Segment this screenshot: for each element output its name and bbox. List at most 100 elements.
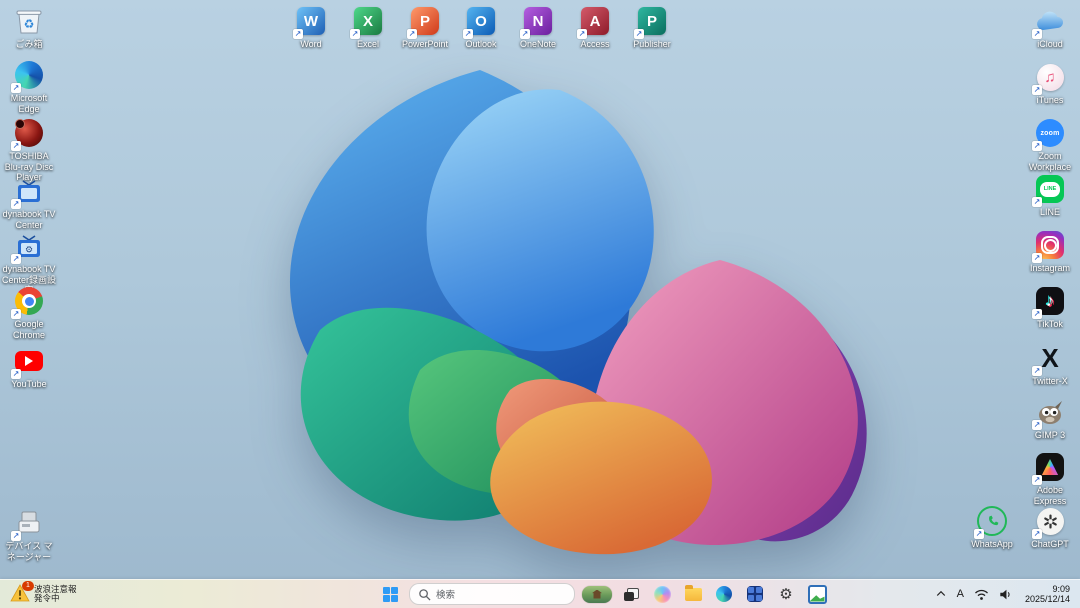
shortcut-arrow-icon: ↗ [1032, 475, 1042, 485]
whatsapp-icon: ↗ [974, 506, 1007, 539]
icon-label: YouTube [11, 379, 47, 389]
svg-text:⚙: ⚙ [25, 245, 33, 255]
tray-time: 9:09 [1052, 584, 1070, 594]
task-view-icon [623, 587, 639, 601]
shortcut-arrow-icon: ↗ [11, 199, 21, 209]
desktop-icon-google-chrome[interactable]: ↗ Google Chrome [1, 286, 57, 340]
microsoft-store-button[interactable] [743, 582, 767, 606]
shortcut-arrow-icon: ↗ [11, 531, 21, 541]
desktop-icon-onenote[interactable]: N ↗ OneNote [510, 6, 566, 50]
desktop-icon-outlook[interactable]: O ↗ Outlook [453, 6, 509, 50]
icon-label: WhatsApp [971, 539, 1013, 549]
widgets-weather-text: 波浪注意報 発令中 [34, 583, 77, 603]
desktop-icon-chatgpt[interactable]: ↗ ChatGPT [1022, 506, 1078, 550]
shortcut-arrow-icon: ↗ [11, 254, 21, 264]
desktop-icon-zoom-workplace[interactable]: zoom ↗ Zoom Workplace [1022, 118, 1078, 172]
shortcut-arrow-icon: ↗ [11, 309, 21, 319]
gimp-icon: ↗ [1032, 397, 1065, 430]
icon-label: ごみ箱 [15, 39, 43, 49]
icon-label: Zoom Workplace [1028, 151, 1072, 172]
outlook-icon: O ↗ [463, 6, 496, 39]
settings-button[interactable]: ⚙ [774, 582, 798, 606]
edge-icon: ↗ [11, 60, 44, 93]
excel-icon: X ↗ [350, 6, 383, 39]
desktop-icon-recycle-bin[interactable]: ♻ ごみ箱 [1, 6, 57, 50]
desktop-icon-tiktok[interactable]: ♪ ↗ TikTok [1022, 286, 1078, 330]
line-icon: LINE ↗ [1032, 174, 1065, 207]
task-view-button[interactable] [619, 582, 643, 606]
access-icon: A ↗ [577, 6, 610, 39]
widgets-notification-badge: 1 [22, 581, 34, 591]
icloud-icon: ↗ [1032, 6, 1065, 39]
zoom-icon: zoom ↗ [1032, 118, 1065, 151]
search-placeholder: 検索 [436, 590, 456, 601]
desktop-icon-word[interactable]: W ↗ Word [283, 6, 339, 50]
tray-date: 2025/12/14 [1024, 594, 1070, 604]
photos-button[interactable] [805, 582, 829, 606]
desktop-icon-toshiba-bluray[interactable]: ↗ TOSHIBA Blu-ray Disc Player [1, 118, 57, 183]
ime-indicator[interactable]: A [953, 582, 968, 606]
desktop-icon-instagram[interactable]: ↗ Instagram [1022, 230, 1078, 274]
shortcut-arrow-icon: ↗ [1032, 420, 1042, 430]
desktop-icon-youtube[interactable]: ↗ YouTube [1, 346, 57, 390]
volume-button[interactable] [995, 582, 1017, 606]
windows-logo-icon [382, 586, 398, 602]
desktop-icon-publisher[interactable]: P ↗ Publisher [624, 6, 680, 50]
shortcut-arrow-icon: ↗ [1032, 85, 1042, 95]
widgets-button[interactable]: 1 波浪注意報 発令中 [4, 580, 83, 608]
shortcut-arrow-icon: ↗ [293, 29, 303, 39]
icon-label: Microsoft Edge [10, 93, 48, 114]
shortcut-arrow-icon: ↗ [1032, 366, 1042, 376]
shortcut-arrow-icon: ↗ [11, 369, 21, 379]
desktop-icon-adobe-express[interactable]: ↗ Adobe Express [1022, 452, 1078, 506]
icon-label: Adobe Express [1033, 485, 1067, 506]
x-icon: X ↗ [1032, 343, 1059, 376]
start-button[interactable] [378, 582, 402, 606]
edge-taskbar-button[interactable] [712, 582, 736, 606]
search-box[interactable]: 検索 [409, 583, 575, 605]
icon-label: GIMP 3 [1034, 430, 1066, 440]
shortcut-arrow-icon: ↗ [1032, 309, 1042, 319]
desktop-icon-microsoft-edge[interactable]: ↗ Microsoft Edge [1, 60, 57, 114]
shortcut-arrow-icon: ↗ [11, 83, 21, 93]
recycle-bin-icon: ♻ [14, 6, 44, 36]
chatgpt-icon: ↗ [1032, 506, 1065, 539]
shortcut-arrow-icon: ↗ [1032, 197, 1042, 207]
copilot-button[interactable] [650, 582, 674, 606]
desktop-icon-dynabook-tv-center[interactable]: ↗ dynabook TV Center [1, 176, 57, 230]
desktop-icon-icloud[interactable]: ↗ iCloud [1022, 6, 1078, 50]
desktop-icon-gimp[interactable]: ↗ GIMP 3 [1022, 397, 1078, 441]
folder-icon [684, 584, 702, 601]
desktop-icon-access[interactable]: A ↗ Access [567, 6, 623, 50]
tray-overflow-button[interactable] [931, 582, 951, 606]
desktop-icon-device-manager[interactable]: ↗ デバイス マネージャー [1, 508, 57, 562]
tv-icon: ↗ [11, 176, 44, 209]
shortcut-arrow-icon: ↗ [11, 141, 21, 151]
copilot-icon [653, 585, 671, 603]
desktop-icon-itunes[interactable]: ♫ ↗ iTunes [1022, 62, 1078, 106]
icon-label: Publisher [633, 39, 671, 49]
shortcut-arrow-icon: ↗ [520, 29, 530, 39]
clock[interactable]: 9:09 2025/12/14 [1019, 582, 1076, 606]
icon-label: Access [580, 39, 610, 49]
desktop-icon-powerpoint[interactable]: P ↗ PowerPoint [397, 6, 453, 50]
desktop-icon-excel[interactable]: X ↗ Excel [340, 6, 396, 50]
taskbar: 1 波浪注意報 発令中 検索 ⚙ A 9:09 2025/12/14 [0, 579, 1080, 608]
icon-label: Twitter-X [1032, 376, 1068, 386]
icon-label: PowerPoint [401, 39, 449, 49]
shortcut-arrow-icon: ↗ [974, 529, 984, 539]
icon-label: Instagram [1029, 263, 1071, 273]
desktop-icon-line[interactable]: LINE ↗ LINE [1022, 174, 1078, 218]
shortcut-arrow-icon: ↗ [577, 29, 587, 39]
desktop-icon-twitter-x[interactable]: X ↗ Twitter-X [1022, 343, 1078, 387]
wifi-icon [974, 589, 988, 600]
desktop-icon-whatsapp[interactable]: ↗ WhatsApp [964, 506, 1020, 550]
icon-label: Outlook [465, 39, 497, 49]
icon-label: iCloud [1037, 39, 1063, 49]
file-explorer-button[interactable] [681, 582, 705, 606]
chevron-up-icon [936, 590, 945, 596]
icon-label: Google Chrome [12, 319, 45, 340]
icon-label: TikTok [1037, 319, 1063, 329]
search-highlight-thumbnail[interactable] [582, 585, 612, 603]
network-button[interactable] [970, 582, 993, 606]
